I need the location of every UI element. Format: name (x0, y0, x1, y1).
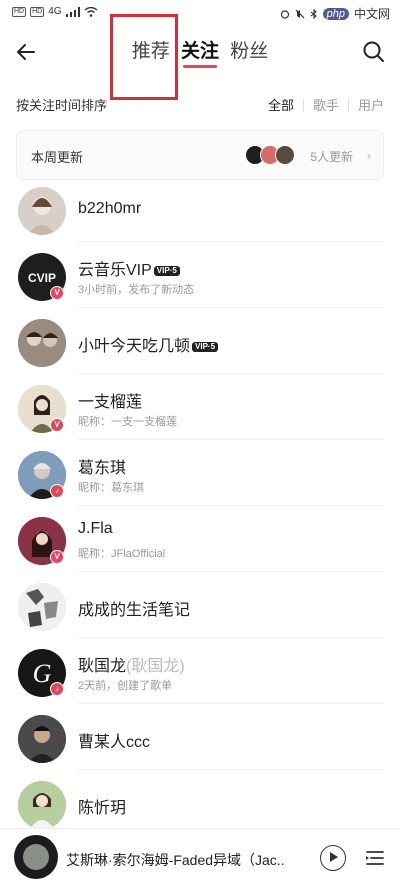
album-cover (23, 844, 49, 870)
mini-player[interactable]: 艾斯琳·索尔海姆-Faded异域（Jac... (0, 828, 400, 888)
avatar (18, 319, 66, 367)
play-icon[interactable] (320, 845, 346, 871)
musician-badge: ♪ (50, 484, 64, 498)
verified-badge: V (50, 286, 64, 300)
status-bar: HD HD 4G php 中文网 (0, 0, 400, 26)
user-name: 成成的生活笔记 (78, 602, 191, 619)
list-item[interactable]: 陈忻玥 (0, 770, 400, 836)
user-name: 葛东琪 (78, 460, 127, 477)
user-nickname: 昵称：JFlaOfficial (78, 548, 166, 560)
search-icon[interactable] (360, 38, 388, 66)
verified-badge: V (50, 550, 64, 564)
list-item[interactable]: 成成的生活笔记 (0, 572, 400, 638)
header: 推荐 关注 粉丝 (0, 26, 400, 76)
list-item[interactable]: 小叶今天吃几顿 VIP·5 (0, 308, 400, 374)
status-right: php 中文网 (280, 5, 390, 22)
list-item[interactable]: ♪ 葛东琪 昵称：葛东琪 (0, 440, 400, 506)
list-item[interactable]: V 一支榴莲 昵称：一支一支榴莲 (0, 374, 400, 440)
user-nickname: 昵称：葛东琪 (78, 482, 144, 494)
weekly-update-label: 本周更新 (31, 150, 84, 165)
vip-badge: VIP·5 (153, 266, 180, 276)
filter-options: 全部 歌手 用户 (268, 95, 384, 114)
bluetooth-icon (310, 8, 317, 19)
user-name: 陈忻玥 (78, 800, 127, 817)
divider (302, 98, 304, 111)
tab-bar: 推荐 关注 粉丝 (0, 36, 400, 68)
user-activity: 2天前，创建了歌单 (78, 680, 173, 692)
signal-icon (65, 6, 80, 17)
album-art[interactable] (14, 835, 58, 879)
avatar (18, 187, 66, 235)
avatar (18, 583, 66, 631)
status-left: HD HD 4G (12, 6, 98, 17)
sort-label: 按关注时间排序 (16, 98, 108, 113)
alarm-icon (280, 9, 289, 19)
mute-icon (295, 9, 305, 18)
sim-icon: HD (30, 6, 45, 17)
weekly-avatar-stack (245, 145, 295, 165)
filter-all[interactable]: 全部 (268, 95, 294, 114)
list-item[interactable]: V J.Fla 昵称：JFlaOfficial (0, 506, 400, 572)
watermark-text: 中文网 (353, 7, 390, 21)
tab-fans[interactable]: 粉丝 (230, 36, 268, 63)
user-nickname: 昵称：一支一支榴莲 (78, 416, 177, 428)
list-item[interactable]: CVIP V 云音乐VIP VIP·5 3小时前，发布了新动态 (0, 242, 400, 308)
vip-badge: VIP·5 (192, 342, 219, 352)
avatar (18, 715, 66, 763)
avatar (275, 145, 295, 165)
user-name: J.Fla (78, 520, 113, 537)
user-name-text: 云音乐VIP (78, 262, 152, 279)
filter-users[interactable]: 用户 (358, 95, 384, 114)
filter-singers[interactable]: 歌手 (313, 95, 339, 114)
user-name: 小叶今天吃几顿 VIP·5 (78, 332, 219, 356)
svg-text:G: G (33, 659, 52, 688)
sort-filter-bar: 按关注时间排序 全部 歌手 用户 (0, 90, 400, 116)
musician-badge: ♪ (50, 682, 64, 696)
user-activity: 3小时前，发布了新动态 (78, 284, 195, 296)
user-name: 一支榴莲 (78, 394, 143, 411)
list-item[interactable]: b22h0mr (0, 176, 400, 242)
list-item[interactable]: 曹某人ccc (0, 704, 400, 770)
divider (347, 98, 349, 111)
user-name: 曹某人ccc (78, 734, 151, 751)
network-type: 4G (48, 6, 62, 17)
svg-text:CVIP: CVIP (28, 271, 56, 285)
verified-badge: V (50, 418, 64, 432)
weekly-update-card[interactable]: 本周更新 5人更新 › (16, 130, 384, 180)
weekly-update-count: 5人更新 (310, 150, 353, 164)
highlight-box (110, 14, 178, 100)
user-name: 云音乐VIP VIP·5 (78, 256, 180, 280)
user-name-text: 耿国龙 (78, 658, 127, 675)
avatar (18, 781, 66, 829)
list-item[interactable]: G ♪ 耿国龙(耿国龙) 2天前，创建了歌单 (0, 638, 400, 704)
wifi-icon (84, 6, 98, 17)
user-name: b22h0mr (78, 200, 142, 217)
sim-icon: HD (12, 6, 27, 17)
now-playing-title[interactable]: 艾斯琳·索尔海姆-Faded异域（Jac... (66, 850, 286, 870)
watermark-logo: php (322, 7, 349, 20)
user-alias: (耿国龙) (126, 658, 185, 675)
user-name-text: 小叶今天吃几顿 (78, 338, 191, 355)
user-name: 耿国龙(耿国龙) (78, 652, 185, 676)
playlist-icon[interactable] (364, 847, 386, 869)
chevron-right-icon: › (366, 148, 371, 163)
following-list: b22h0mr CVIP V 云音乐VIP VIP·5 3小时前，发布了新动态 小… (0, 176, 400, 836)
tab-following[interactable]: 关注 (181, 36, 219, 68)
